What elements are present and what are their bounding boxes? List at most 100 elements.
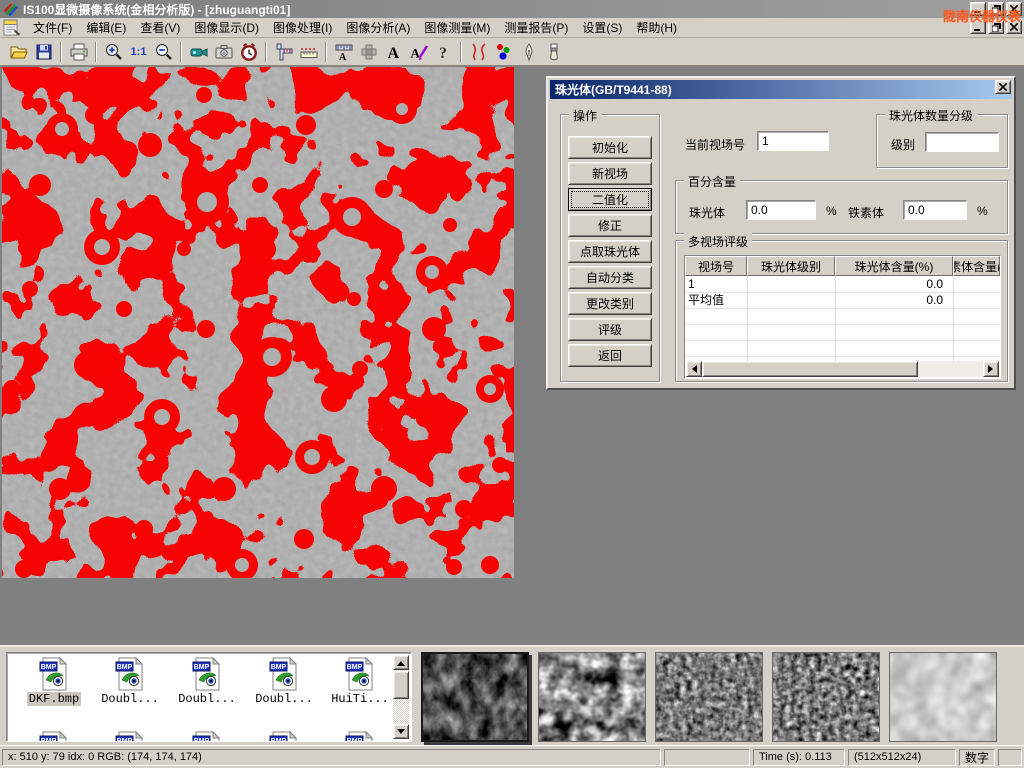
caliper-measure-button[interactable] [271,40,296,64]
file-list[interactable]: DKF.bmp Doubl... Doubl... Doubl... HuiTi… [6,652,412,742]
ferrite-percent-input[interactable] [903,200,967,220]
mdi-minimize-button[interactable] [970,20,986,34]
scrollbar-thumb[interactable] [702,361,918,377]
new-field-button[interactable]: 新视场 [568,162,652,185]
title-bar[interactable]: IS100显微摄像系统(金相分析版) - [zhuguangti01] [0,0,1024,18]
file-item[interactable]: DKF.bmp [18,657,90,706]
help-button[interactable]: ? [431,40,456,64]
scale-a-icon: A [334,42,354,62]
edit-annotation-button[interactable]: A [406,40,431,64]
toolbar-separator [265,42,267,62]
change-class-button[interactable]: 更改类别 [568,292,652,315]
mdi-close-button[interactable] [1006,20,1022,34]
file-list-scrollbar[interactable] [393,655,409,739]
open-button[interactable] [6,40,31,64]
toolbar-separator [180,42,182,62]
ruler-measure-button[interactable] [296,40,321,64]
file-item[interactable]: Doubl... [171,657,243,706]
restore-button[interactable] [988,2,1004,16]
dialog-title-bar[interactable]: 珠光体(GB/T9441-88) [550,80,1012,99]
save-button[interactable] [31,40,56,64]
percent-sign: % [826,204,837,218]
window-title: IS100显微摄像系统(金相分析版) - [zhuguangti01] [23,1,290,18]
auto-classify-button[interactable]: 自动分类 [568,266,652,289]
scale-calibration-button[interactable]: A [331,40,356,64]
classify-tool-button[interactable] [491,40,516,64]
menu-settings[interactable]: 设置(S) [575,17,629,38]
bmp-file-icon [269,731,299,742]
zoom-in-button[interactable] [101,40,126,64]
svg-text:A: A [410,45,420,60]
timer-button[interactable] [236,40,261,64]
pick-pearlite-button[interactable]: 点取珠光体 [568,240,652,263]
thumbnail-4[interactable] [772,652,880,742]
pen-icon [519,42,539,62]
curve-tool-button[interactable] [466,40,491,64]
menu-measure-report[interactable]: 测量报告(P) [497,17,575,38]
pen-tool-button[interactable] [516,40,541,64]
col-field[interactable]: 视场号 [685,256,747,276]
file-item[interactable]: HuiTi... [324,657,396,706]
scroll-up-button[interactable] [393,655,409,670]
grade-input[interactable] [925,132,999,152]
video-capture-button[interactable] [186,40,211,64]
col-grade[interactable]: 珠光体级别 [747,256,835,276]
thumbnail-5[interactable] [889,652,997,742]
status-mode: 数字 [959,749,995,766]
menu-file[interactable]: 文件(F) [26,17,79,38]
table-header: 视场号 珠光体级别 珠光体含量(%) 铁素体含量(%) [685,256,1000,276]
bmp-file-icon [115,731,145,742]
thumbnail-1[interactable] [421,652,529,742]
zoom-ratio-label: 1:1 [131,46,147,58]
restore-icon [992,23,1001,32]
text-annotation-button[interactable]: A [381,40,406,64]
correct-button[interactable]: 修正 [568,214,652,237]
status-time: Time (s): 0.113 [753,749,845,766]
file-name: Doubl... [176,692,238,706]
pearlite-percent-input[interactable] [746,200,816,220]
return-button[interactable]: 返回 [568,344,652,367]
zoom-actual-button[interactable]: 1:1 [126,40,151,64]
dialog-close-button[interactable] [995,80,1011,94]
scrollbar-thumb[interactable] [393,671,409,699]
close-button[interactable] [1006,2,1022,16]
cell-pearlite: 0.0 [837,276,943,292]
thumbnail-2[interactable] [538,652,646,742]
grade-button[interactable]: 评级 [568,318,652,341]
menu-view[interactable]: 查看(V) [133,17,187,38]
status-empty-panel [664,749,750,766]
scroll-left-button[interactable] [686,361,702,377]
close-icon [1010,23,1018,31]
thumbnail-3[interactable] [655,652,763,742]
menu-help[interactable]: 帮助(H) [629,17,684,38]
init-button[interactable]: 初始化 [568,136,652,159]
micrograph-image[interactable] [2,67,514,578]
minimize-icon [974,24,982,31]
binarize-button[interactable]: 二值化 [568,188,652,211]
brush-tool-button[interactable] [541,40,566,64]
col-ferrite[interactable]: 铁素体含量(%) [953,256,1000,276]
col-pearlite[interactable]: 珠光体含量(%) [835,256,953,276]
grading-table[interactable]: 视场号 珠光体级别 珠光体含量(%) 铁素体含量(%) 1 [684,255,1001,379]
zoom-out-button[interactable] [151,40,176,64]
table-row[interactable]: 1 0.0 [685,276,1000,292]
minimize-button[interactable] [970,2,986,16]
menu-image-measure[interactable]: 图像测量(M) [417,17,497,38]
current-field-input[interactable] [757,131,829,151]
menu-edit[interactable]: 编辑(E) [79,17,133,38]
table-horizontal-scrollbar[interactable] [686,361,999,377]
menu-image-analysis[interactable]: 图像分析(A) [339,17,417,38]
menu-image-processing[interactable]: 图像处理(I) [266,17,339,38]
table-row[interactable]: 平均值 0.0 [685,292,1000,308]
menu-image-display[interactable]: 图像显示(D) [187,17,266,38]
print-button[interactable] [66,40,91,64]
file-item[interactable]: Doubl... [94,657,166,706]
merge-button[interactable] [356,40,381,64]
mdi-restore-button[interactable] [988,20,1004,34]
scroll-down-button[interactable] [393,724,409,739]
file-item[interactable]: Doubl... [248,657,320,706]
bmp-file-icon [115,657,145,691]
snapshot-button[interactable] [211,40,236,64]
file-browser-panel: DKF.bmp Doubl... Doubl... Doubl... HuiTi… [0,645,1024,745]
scroll-right-button[interactable] [983,361,999,377]
